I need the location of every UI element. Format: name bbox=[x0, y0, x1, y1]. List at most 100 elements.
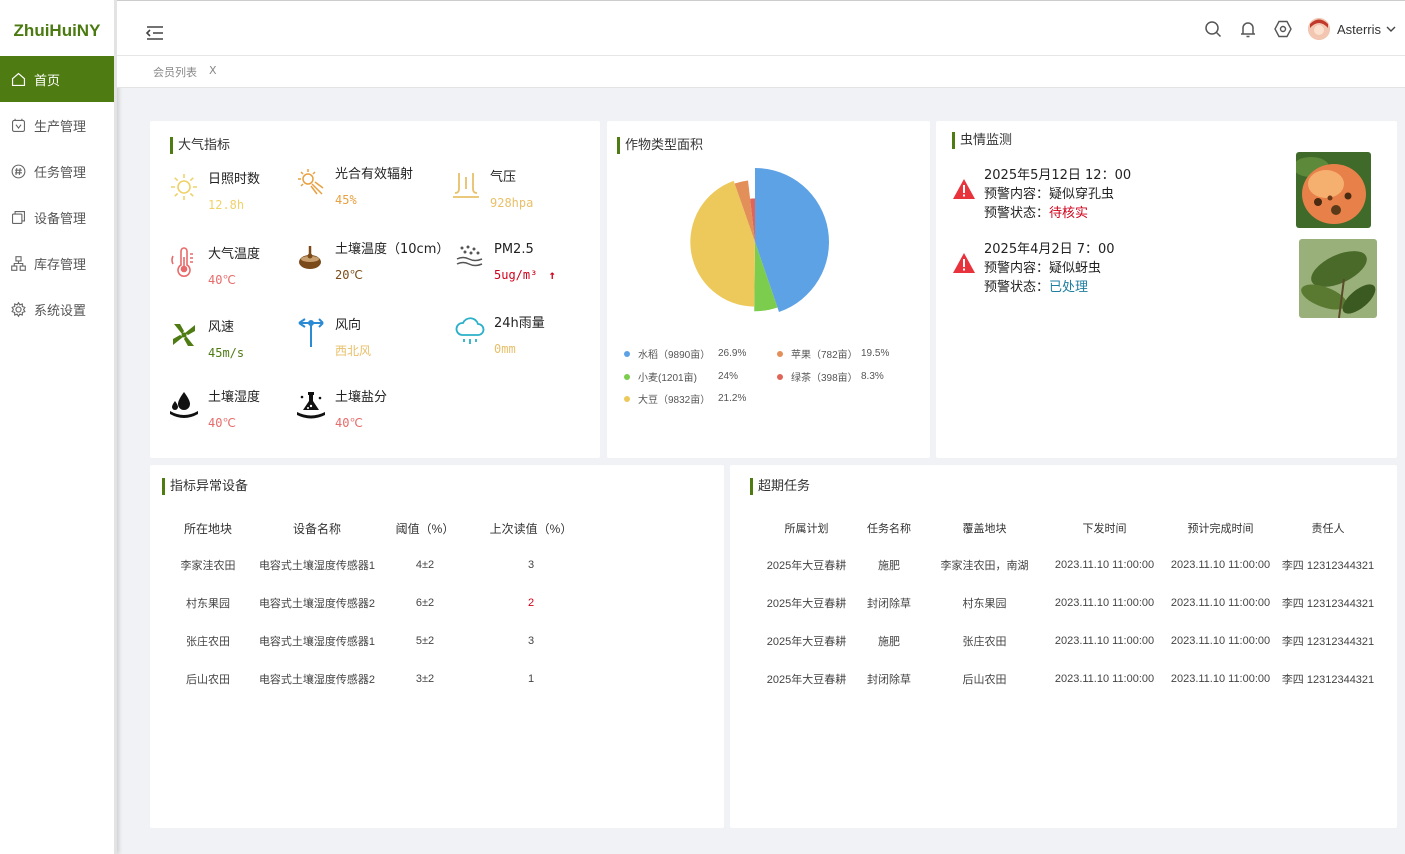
legend-percent: 24% bbox=[718, 371, 739, 382]
app-logo[interactable]: ZhuiHuiNY bbox=[0, 0, 114, 56]
bell-icon[interactable] bbox=[1238, 19, 1258, 39]
column-header: 阈值（%） bbox=[395, 521, 455, 536]
metric-wind-direction: 风向 西北风 bbox=[295, 317, 371, 360]
metric-value: 5ug/m³ bbox=[494, 268, 538, 282]
table-cell: 村东果园 bbox=[186, 598, 230, 610]
table-cell: 2023.11.10 11:00:00 bbox=[1054, 673, 1155, 685]
table-cell: 张庄农田 bbox=[962, 636, 1007, 648]
metric-name: 气压 bbox=[490, 170, 517, 185]
table-cell: 施肥 bbox=[878, 636, 900, 648]
table-cell: 李四 12312344321 bbox=[1281, 598, 1375, 610]
table-cell: 1 bbox=[527, 673, 535, 685]
thermometer-icon bbox=[171, 247, 193, 277]
table-cell: 2023.11.10 11:00:00 bbox=[1054, 559, 1155, 571]
alert-time: 2025年5月12日 12：00 bbox=[984, 168, 1132, 183]
settings-icon bbox=[11, 301, 26, 318]
sidebar-item-tasks[interactable]: 任务管理 bbox=[0, 149, 114, 194]
pressure-icon bbox=[453, 173, 479, 198]
table-row[interactable]: 2025年大豆春耕 封闭除草 后山农田 2023.11.10 11:00:00 2023… bbox=[758, 660, 1378, 698]
sidebar-item-home[interactable]: 首页 bbox=[0, 56, 114, 102]
column-header: 上次读值（%） bbox=[489, 521, 573, 536]
legend-dot bbox=[777, 373, 783, 380]
column-header: 设备名称 bbox=[292, 521, 341, 536]
tab-bar: 会员列表 X bbox=[117, 56, 1405, 88]
hexagon-settings-icon[interactable] bbox=[1273, 19, 1293, 39]
warning-icon bbox=[953, 179, 975, 199]
table-row[interactable]: 2025年大豆春耕 施肥 李家洼农田，南湖 2023.11.10 11:00:00 20… bbox=[758, 546, 1378, 584]
card-title: 虫情监测 bbox=[952, 132, 1012, 149]
sidebar-item-label: 首页 bbox=[34, 73, 61, 89]
legend-percent: 21.2% bbox=[718, 393, 747, 404]
table-cell: 电容式土壤湿度传感器1 bbox=[258, 560, 376, 572]
table-cell: 封闭除草 bbox=[867, 674, 911, 686]
legend-rice[interactable]: 水稻（9890亩） 26.9% bbox=[624, 346, 746, 361]
tab-close-button[interactable]: X bbox=[209, 64, 217, 80]
legend-apple[interactable]: 苹果（782亩） 19.5% bbox=[777, 346, 889, 361]
table-cell: 电容式土壤湿度传感器1 bbox=[258, 636, 376, 648]
table-cell: 3 bbox=[527, 635, 535, 647]
metric-value: 45m/s bbox=[208, 346, 245, 360]
table-row[interactable]: 2025年大豆春耕 施肥 张庄农田 2023.11.10 11:00:00 2023.1… bbox=[758, 622, 1378, 660]
metric-name: 日照时数 bbox=[208, 172, 261, 187]
alert-status: 已处理 bbox=[1049, 280, 1089, 295]
table-row[interactable]: 村东果园 电容式土壤湿度传感器2 6±2 2 bbox=[162, 584, 592, 622]
tab-member-list[interactable]: 会员列表 X bbox=[153, 64, 217, 80]
table-cell: 2023.11.10 11:00:00 bbox=[1170, 635, 1271, 647]
production-icon bbox=[11, 118, 26, 133]
crop-area-card: 作物类型面积 水稻（9890亩） 26.9% 小麦(1201亩) 24% 大豆（98… bbox=[607, 121, 930, 458]
wind-speed-icon bbox=[173, 324, 195, 346]
pest-alert[interactable]: 2025年5月12日 12：00 预警内容：疑似穿孔虫 预警状态：待核实 bbox=[952, 166, 1131, 223]
legend-label: 水稻（9890亩） bbox=[638, 350, 711, 361]
sidebar-item-devices[interactable]: 设备管理 bbox=[0, 195, 114, 240]
sidebar-item-inventory[interactable]: 库存管理 bbox=[0, 241, 114, 286]
pest-alert[interactable]: 2025年4月2日 7：00 预警内容：疑似蚜虫 预警状态：已处理 bbox=[952, 240, 1115, 297]
pest-monitoring-card: 虫情监测 2025年5月12日 12：00 预警内容：疑似穿孔虫 预警状态：待核… bbox=[936, 121, 1397, 458]
legend-green-tea[interactable]: 绿茶（398亩） 8.3% bbox=[777, 369, 884, 384]
metric-name: 24h雨量 bbox=[494, 316, 545, 331]
tab-label: 会员列表 bbox=[153, 66, 197, 79]
table-cell: 李四 12312344321 bbox=[1281, 674, 1375, 686]
legend-wheat[interactable]: 小麦(1201亩) 24% bbox=[624, 369, 738, 384]
sun-icon bbox=[171, 174, 197, 200]
search-icon[interactable] bbox=[1203, 19, 1223, 39]
sidebar: ZhuiHuiNY 首页 生产管理 任务管理 设备管理 库存管理 系统设置 bbox=[0, 0, 117, 854]
table-row[interactable]: 李家洼农田 电容式土壤湿度传感器1 4±2 3 bbox=[162, 546, 592, 584]
legend-soybean[interactable]: 大豆（9832亩） 21.2% bbox=[624, 391, 746, 406]
home-icon bbox=[11, 72, 26, 86]
table-cell: 封闭除草 bbox=[867, 598, 911, 610]
user-menu[interactable]: Asterris bbox=[1307, 18, 1397, 40]
soil-humidity-icon bbox=[170, 392, 198, 418]
table-cell: 李家洼农田，南湖 bbox=[940, 560, 1029, 572]
card-title: 指标异常设备 bbox=[162, 478, 248, 495]
legend-dot bbox=[624, 350, 630, 357]
table-row[interactable]: 张庄农田 电容式土壤湿度传感器1 5±2 3 bbox=[162, 622, 592, 660]
pest-photo-peach[interactable] bbox=[1296, 152, 1371, 228]
chevron-down-icon bbox=[1386, 26, 1396, 32]
metric-value: 40℃ bbox=[208, 273, 236, 287]
metric-pressure: 气压 928hpa bbox=[450, 169, 533, 212]
avatar bbox=[1307, 18, 1330, 40]
menu-collapse-icon[interactable] bbox=[145, 25, 165, 41]
table-row[interactable]: 后山农田 电容式土壤湿度传感器2 3±2 1 bbox=[162, 660, 592, 698]
legend-percent: 8.3% bbox=[861, 371, 884, 382]
sidebar-item-settings[interactable]: 系统设置 bbox=[0, 287, 114, 332]
radiation-icon bbox=[298, 169, 324, 195]
alert-time: 2025年4月2日 7：00 bbox=[984, 242, 1115, 257]
soil-temperature-icon bbox=[299, 246, 321, 269]
table-cell: 电容式土壤湿度传感器2 bbox=[258, 598, 376, 610]
table-cell: 张庄农田 bbox=[186, 636, 230, 648]
table-header-row: 所在地块 设备名称 阈值（%） 上次读值（%） bbox=[162, 510, 592, 546]
metric-value: 40℃ bbox=[335, 416, 363, 430]
table-cell: 2025年大豆春耕 bbox=[766, 636, 847, 648]
legend-percent: 26.9% bbox=[718, 348, 747, 359]
legend-percent: 19.5% bbox=[861, 348, 890, 359]
metric-name: 风速 bbox=[208, 320, 235, 335]
sidebar-item-production[interactable]: 生产管理 bbox=[0, 103, 114, 148]
metric-name: 土壤湿度 bbox=[208, 390, 261, 405]
tasks-table: 所属计划 任务名称 覆盖地块 下发时间 预计完成时间 责任人 2025年大豆春耕… bbox=[758, 510, 1378, 698]
device-icon bbox=[11, 210, 26, 225]
table-row[interactable]: 2025年大豆春耕 封闭除草 村东果园 2023.11.10 11:00:00 2023… bbox=[758, 584, 1378, 622]
pest-photo-leaf[interactable] bbox=[1299, 239, 1377, 318]
table-cell: 李四 12312344321 bbox=[1281, 560, 1375, 572]
sidebar-item-label: 设备管理 bbox=[34, 212, 87, 227]
